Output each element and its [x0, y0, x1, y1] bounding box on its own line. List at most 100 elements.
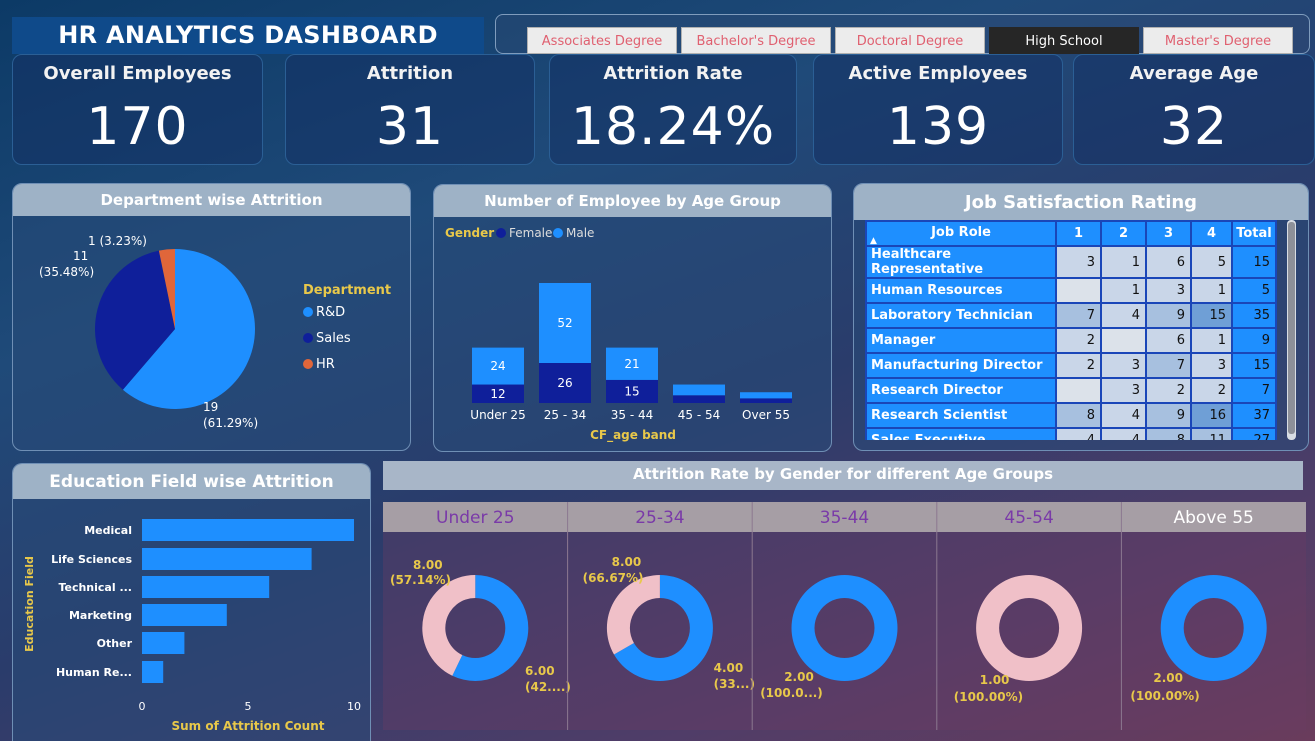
legend-marker [303, 359, 313, 369]
slicer-high-school[interactable]: High School [989, 27, 1139, 54]
legend-label: R&D [316, 305, 345, 320]
x-tick-label: Over 55 [742, 408, 790, 422]
total-cell: 7 [1231, 377, 1277, 404]
donut-label: (100.00%) [1130, 689, 1199, 703]
scrollbar-thumb[interactable] [1288, 222, 1295, 434]
legend-marker [303, 333, 313, 343]
rating-cell: 2 [1145, 377, 1192, 404]
kpi-label: Average Age [1129, 63, 1259, 84]
x-tick-label: 25 - 34 [544, 408, 587, 422]
x-tick-label: 5 [245, 700, 252, 713]
education-slicer: Associates Degree Bachelor's Degree Doct… [495, 14, 1310, 54]
kpi-value: 32 [1159, 97, 1229, 157]
total-cell: 35 [1231, 302, 1277, 329]
edu-bar [142, 576, 270, 598]
pie-label-value: 1 (3.23%) [88, 234, 147, 248]
table-row: Laboratory Technician 7 4 9 15 35 [865, 302, 1277, 329]
age-group-panel: Number of Employee by Age Group Gender Fe… [433, 184, 832, 452]
x-tick-label: 45 - 54 [678, 408, 721, 422]
rating-cell: 1 [1190, 277, 1233, 304]
kpi-value: 139 [886, 97, 990, 157]
donut-label: 2.00 [784, 670, 814, 684]
rating-cell: 15 [1190, 302, 1233, 329]
gender-age-title: Attrition Rate by Gender for different A… [383, 461, 1303, 490]
bar-label: 12 [490, 387, 505, 401]
rating-cell: 1 [1100, 277, 1147, 304]
rating-cell: 16 [1190, 402, 1233, 429]
donut-label: 2.00 [1153, 671, 1183, 685]
slicer-associates-degree[interactable]: Associates Degree [527, 27, 677, 54]
slicer-bachelors-degree[interactable]: Bachelor's Degree [681, 27, 831, 54]
age-group-header: Under 25 [436, 508, 515, 528]
table-row: Healthcare Representative 3 1 6 5 15 [865, 245, 1277, 279]
bar-label: 24 [490, 359, 505, 373]
donut-label: 8.00 [612, 555, 642, 569]
slicer-masters-degree[interactable]: Master's Degree [1143, 27, 1293, 54]
age-group-header: Above 55 [1174, 508, 1254, 528]
y-tick-label: Technical ... [58, 581, 132, 594]
table-header-cell[interactable]: 2 [1100, 220, 1147, 247]
table-header-cell[interactable]: 1 [1055, 220, 1102, 247]
kpi-active-employees: Active Employees 139 [813, 54, 1063, 165]
x-tick-label: 0 [139, 700, 146, 713]
slicer-doctoral-degree[interactable]: Doctoral Degree [835, 27, 985, 54]
pie-label-pct: (61.29%) [203, 416, 258, 430]
pie-label-value: 11 [73, 249, 88, 263]
rating-cell: 4 [1100, 427, 1147, 440]
kpi-average-age: Average Age 32 [1073, 54, 1315, 165]
rating-cell: 2 [1190, 377, 1233, 404]
edu-bar [142, 604, 227, 626]
y-tick-label: Human Re... [56, 666, 132, 679]
rating-cell: 2 [1055, 327, 1102, 354]
rating-cell: 7 [1145, 352, 1192, 379]
total-cell: 37 [1231, 402, 1277, 429]
rating-cell: 4 [1055, 427, 1102, 440]
rating-cell: 4 [1100, 402, 1147, 429]
edu-bar [142, 632, 185, 654]
table-header-cell[interactable]: Total [1231, 220, 1277, 247]
rating-cell: 1 [1100, 245, 1147, 279]
table-scrollbar[interactable] [1287, 220, 1296, 440]
sort-icon[interactable]: ▲ [870, 230, 877, 252]
bar-label: 52 [557, 316, 572, 330]
x-axis-label: CF_age band [590, 428, 676, 443]
total-cell: 15 [1231, 352, 1277, 379]
table-row: Research Director 3 2 2 7 [865, 377, 1277, 404]
donut-male-arc [791, 575, 898, 681]
kpi-attrition: Attrition 31 [285, 54, 535, 165]
rating-cell: 5 [1190, 245, 1233, 279]
rating-cell [1055, 377, 1102, 404]
donut-female-arc [606, 575, 660, 655]
total-cell: 5 [1231, 277, 1277, 304]
job-satisfaction-table: ▲ Job Role 1 2 3 4 Total Healthcare Representat… [865, 220, 1277, 440]
y-tick-label: Other [97, 637, 133, 650]
bar-label: 15 [624, 384, 639, 398]
edu-bar [142, 661, 164, 683]
bar-female [673, 395, 725, 403]
table-header-cell[interactable]: ▲ Job Role [865, 220, 1057, 247]
total-cell: 9 [1231, 327, 1277, 354]
rating-cell: 9 [1145, 402, 1192, 429]
rating-cell: 6 [1145, 327, 1192, 354]
gender-donut-charts: Under 258.00(57.14%)6.00(42....)25-348.0… [390, 502, 1267, 730]
donut-label: 6.00 [525, 664, 555, 678]
table-header-cell[interactable]: 3 [1145, 220, 1192, 247]
kpi-label: Active Employees [848, 63, 1028, 84]
y-tick-label: Marketing [69, 609, 132, 622]
rating-cell [1055, 277, 1102, 304]
kpi-label: Attrition [366, 63, 454, 84]
rating-cell: 6 [1145, 245, 1192, 279]
kpi-label: Attrition Rate [603, 63, 743, 84]
donut-label: (33...) [714, 677, 755, 691]
rating-cell: 3 [1190, 352, 1233, 379]
table-header-cell[interactable]: 4 [1190, 220, 1233, 247]
legend-title: Department [303, 283, 391, 298]
pie-label-value: 19 [203, 400, 218, 414]
bar-male [740, 392, 792, 399]
job-satisfaction-panel: Job Satisfaction Rating ▲ Job Role 1 2 3 4 Tot… [853, 183, 1309, 451]
rating-cell: 3 [1055, 245, 1102, 279]
rating-cell: 11 [1190, 427, 1233, 440]
bar-label: 21 [624, 357, 639, 371]
y-tick-label: Life Sciences [51, 553, 132, 566]
kpi-label: Overall Employees [43, 63, 232, 84]
